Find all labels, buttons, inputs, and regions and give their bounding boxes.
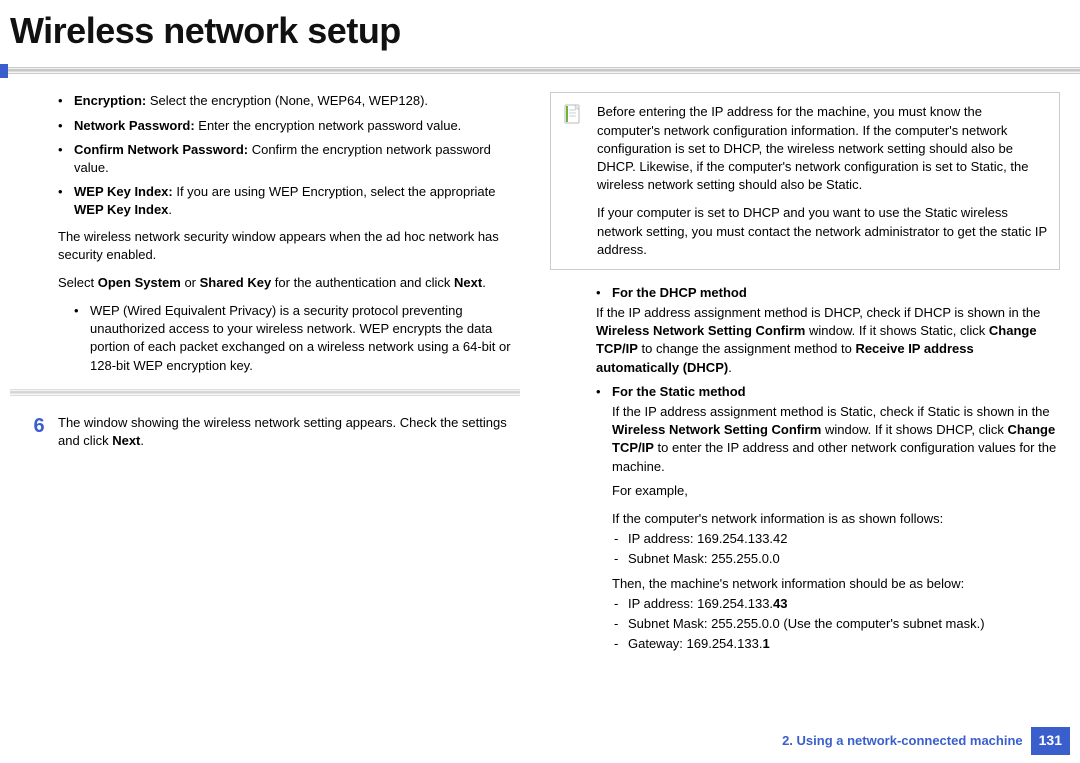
bullet-tail: WEP Key Index [74,202,168,217]
bold: Wireless Network Setting Confirm [612,422,821,437]
dhcp-title: For the DHCP method [612,285,747,300]
open-system-label: Open System [98,275,181,290]
text: window. If it shows DHCP, click [821,422,1007,437]
computer-info-intro: If the computer's network information is… [612,510,1060,528]
auth-select-para: Select Open System or Shared Key for the… [58,274,520,292]
left-column: Encryption: Select the encryption (None,… [10,92,520,659]
text: . [728,360,732,375]
step-number: 6 [30,414,48,436]
bullet-label: Encryption: [74,93,146,108]
page-title: Wireless network setup [10,6,1080,56]
text: IP address: 169.254.133. [628,596,773,611]
dhcp-method: For the DHCP method If the IP address as… [596,284,1060,377]
text: . [140,433,144,448]
bold: 43 [773,596,787,611]
security-window-para: The wireless network security window app… [58,228,520,264]
bullet-label: Network Password: [74,118,195,133]
setting-bullets: Encryption: Select the encryption (None,… [58,92,520,219]
title-divider [0,62,1080,78]
static-body: If the IP address assignment method is S… [612,403,1060,476]
bold: Wireless Network Setting Confirm [596,323,805,338]
section-divider [10,389,520,396]
static-method: For the Static method If the IP address … [596,383,1060,653]
note-para-2: If your computer is set to DHCP and you … [597,204,1047,259]
note-para-1: Before entering the IP address for the m… [597,103,1047,194]
step-body: The window showing the wireless network … [58,414,520,450]
bullet-text: Select the encryption (None, WEP64, WEP1… [146,93,428,108]
computer-info-list: IP address: 169.254.133.42 Subnet Mask: … [612,530,1060,568]
text: to enter the IP address and other networ… [612,440,1056,473]
method-list: For the DHCP method If the IP address as… [596,284,1060,653]
comp-mask: Subnet Mask: 255.255.0.0 [612,550,1060,568]
footer: 2. Using a network-connected machine 131 [782,727,1070,755]
bullet-network-password: Network Password: Enter the encryption n… [58,117,520,135]
text: Gateway: 169.254.133. [628,636,762,651]
text: window. If it shows Static, click [805,323,989,338]
step-6: 6 The window showing the wireless networ… [30,414,520,450]
text: Select [58,275,98,290]
machine-ip: IP address: 169.254.133.43 [612,595,1060,613]
page-number: 131 [1031,727,1070,755]
text: for the authentication and click [271,275,454,290]
bullet-confirm-password: Confirm Network Password: Confirm the en… [58,141,520,177]
bullet-label: WEP Key Index: [74,184,173,199]
comp-ip: IP address: 169.254.133.42 [612,530,1060,548]
for-example: For example, [612,482,1060,500]
bullet-label: Confirm Network Password: [74,142,248,157]
bullet-text: If you are using WEP Encryption, select … [173,184,496,199]
bullet-wep-key-index: WEP Key Index: If you are using WEP Encr… [58,183,520,219]
text: or [181,275,200,290]
wep-explain: WEP (Wired Equivalent Privacy) is a secu… [74,302,520,375]
shared-key-label: Shared Key [200,275,272,290]
next-label: Next [112,433,140,448]
right-column: Before entering the IP address for the m… [550,92,1060,659]
text: to change the assignment method to [638,341,856,356]
bullet-text: Enter the encryption network password va… [195,118,462,133]
text: . [482,275,486,290]
bold: 1 [762,636,769,651]
note-box: Before entering the IP address for the m… [550,92,1060,270]
note-icon [561,103,583,125]
machine-mask: Subnet Mask: 255.255.0.0 (Use the comput… [612,615,1060,633]
machine-info-list: IP address: 169.254.133.43 Subnet Mask: … [612,595,1060,654]
static-title: For the Static method [612,384,746,399]
wep-explain-list: WEP (Wired Equivalent Privacy) is a secu… [74,302,520,375]
dhcp-body: If the IP address assignment method is D… [596,304,1060,377]
bullet-after: . [168,202,172,217]
machine-gateway: Gateway: 169.254.133.1 [612,635,1060,653]
next-label: Next [454,275,482,290]
bullet-encryption: Encryption: Select the encryption (None,… [58,92,520,110]
footer-chapter: 2. Using a network-connected machine [782,732,1023,750]
machine-info-intro: Then, the machine's network information … [612,575,1060,593]
text: If the IP address assignment method is S… [612,404,1050,419]
text: If the IP address assignment method is D… [596,305,1040,320]
